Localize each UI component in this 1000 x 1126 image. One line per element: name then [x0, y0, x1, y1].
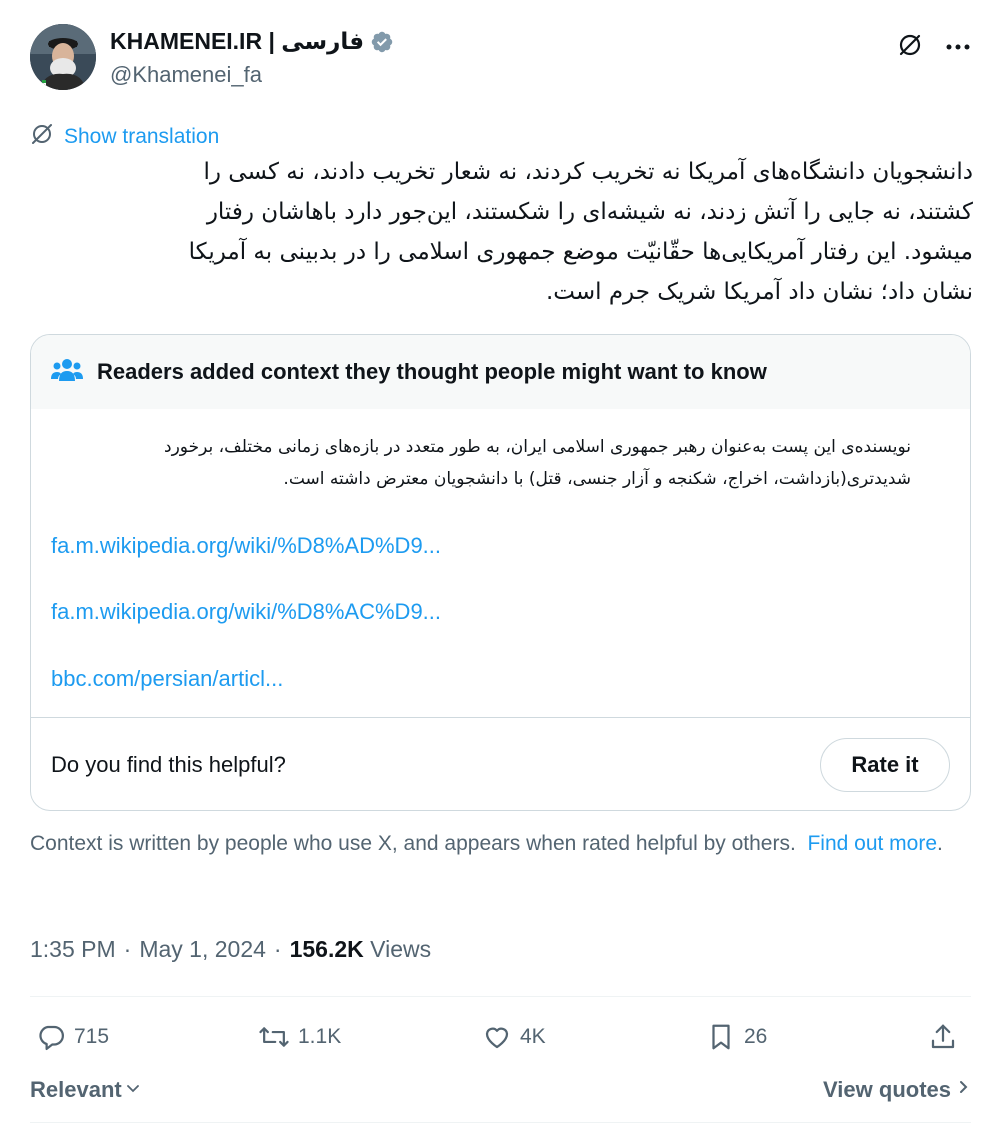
share-icon	[928, 1022, 958, 1052]
community-note: Readers added context they thought peopl…	[30, 334, 971, 811]
author-name-row: KHAMENEI.IR | فارسی	[110, 28, 394, 55]
replies-sort-row: Relevant View quotes	[30, 1072, 971, 1108]
author-name[interactable]: KHAMENEI.IR | فارسی	[110, 28, 364, 55]
reply-button[interactable]: 715	[36, 1012, 109, 1062]
grok-icon	[896, 31, 924, 64]
note-source-link[interactable]: fa.m.wikipedia.org/wiki/%D8%AC%D9...	[51, 599, 441, 625]
context-disclaimer-text: Context is written by people who use X, …	[30, 832, 796, 855]
sort-label: Relevant	[30, 1077, 122, 1102]
note-source-link[interactable]: bbc.com/persian/articl...	[51, 666, 283, 692]
show-translation-label: Show translation	[64, 125, 220, 148]
like-count: 4K	[520, 1025, 546, 1048]
find-out-more-link[interactable]: Find out more	[807, 832, 937, 855]
community-note-title: Readers added context they thought peopl…	[97, 359, 767, 384]
views-label: Views	[370, 936, 432, 962]
bookmark-button[interactable]: 26	[706, 1012, 767, 1062]
show-translation-link[interactable]: Show translation	[30, 122, 219, 152]
tweet-meta: 1:35 PM · May 1, 2024 · 156.2K Views	[30, 936, 431, 963]
reply-icon	[36, 1022, 66, 1052]
share-button[interactable]	[928, 1012, 958, 1062]
divider	[30, 1122, 971, 1123]
reply-count: 715	[74, 1025, 110, 1048]
view-quotes-link[interactable]: View quotes	[823, 1077, 971, 1103]
tweet-date[interactable]: May 1, 2024	[139, 936, 266, 963]
author-handle[interactable]: @Khamenei_fa	[110, 62, 262, 88]
like-icon	[482, 1022, 512, 1052]
meta-separator: ·	[273, 936, 282, 962]
community-notes-icon	[51, 357, 83, 388]
tweet-time[interactable]: 1:35 PM	[30, 936, 116, 963]
community-note-text: نویسنده‌ی این پست به‌عنوان رهبر جمهوری ا…	[164, 437, 911, 489]
community-note-body: نویسنده‌ی این پست به‌عنوان رهبر جمهوری ا…	[31, 409, 970, 495]
action-bar: 715 1.1K 4K 26	[30, 1012, 971, 1062]
repost-button[interactable]: 1.1K	[258, 1012, 341, 1062]
rate-it-button[interactable]: Rate it	[820, 738, 950, 792]
community-note-header: Readers added context they thought peopl…	[31, 335, 970, 409]
note-source-link[interactable]: fa.m.wikipedia.org/wiki/%D8%AD%D9...	[51, 533, 441, 559]
avatar[interactable]	[30, 24, 96, 90]
repost-icon	[258, 1022, 290, 1052]
like-button[interactable]: 4K	[482, 1012, 546, 1062]
bookmark-count: 26	[744, 1025, 768, 1048]
tweet-text: دانشجویان دانشگاه‌های آمریکا نه تخریب کر…	[188, 159, 973, 305]
verified-badge-icon	[370, 30, 394, 54]
helpful-question: Do you find this helpful?	[51, 752, 286, 777]
divider	[30, 996, 971, 997]
more-icon	[945, 38, 971, 56]
repost-count: 1.1K	[298, 1025, 342, 1048]
avatar-image	[30, 24, 96, 90]
chevron-right-icon	[957, 1077, 971, 1103]
view-quotes-label: View quotes	[823, 1077, 951, 1102]
context-disclaimer: Context is written by people who use X, …	[30, 832, 943, 855]
translate-icon	[30, 122, 54, 152]
more-options-button[interactable]	[941, 30, 975, 64]
chevron-down-icon	[124, 1077, 142, 1103]
tweet-header: KHAMENEI.IR | فارسی @Khamenei_fa	[30, 24, 975, 94]
community-note-footer: Do you find this helpful? Rate it	[31, 717, 970, 810]
bookmark-icon	[706, 1022, 736, 1052]
grok-button[interactable]	[893, 30, 927, 64]
sort-replies-dropdown[interactable]: Relevant	[30, 1077, 142, 1103]
views-count: 156.2K	[289, 936, 364, 962]
meta-separator: ·	[123, 936, 132, 962]
